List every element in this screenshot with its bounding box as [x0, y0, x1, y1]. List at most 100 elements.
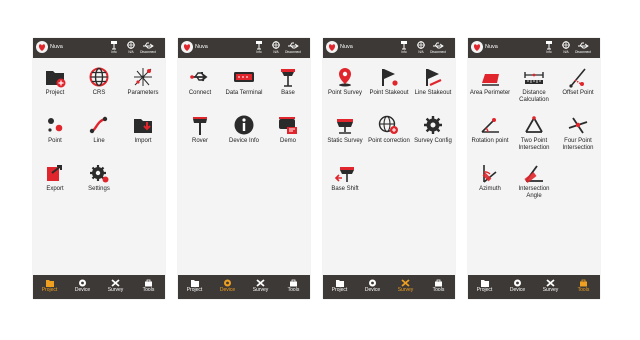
tab-project[interactable]: Project	[33, 275, 66, 299]
demo-icon	[279, 117, 297, 134]
usb-connect-icon	[190, 72, 208, 82]
header-disconnect-button[interactable]: Disconnect	[575, 40, 591, 54]
header-info-button[interactable]: Info	[396, 40, 412, 54]
header-disconnect-button[interactable]: Disconnect	[285, 40, 301, 54]
menu-item-project[interactable]: Project	[33, 60, 77, 97]
tab-device[interactable]: Device	[211, 275, 244, 299]
toolbox-icon	[290, 279, 297, 287]
menu-item-survey-config[interactable]: Survey Config	[411, 108, 455, 145]
tab-device[interactable]: Device	[356, 275, 389, 299]
app-header: Nuva Info N/A Disconnect	[468, 38, 600, 58]
nuva-logo-icon	[326, 41, 338, 53]
header-disconnect-button[interactable]: Disconnect	[140, 40, 156, 54]
app-header: Nuva Info N/A Disconnect	[323, 38, 455, 58]
menu-item-point-survey[interactable]: Point Survey	[323, 60, 367, 97]
tab-survey[interactable]: Survey	[389, 275, 422, 299]
menu-item-static-survey[interactable]: Static Survey	[323, 108, 367, 145]
menu-item-label: Rotation point	[471, 138, 509, 144]
header-button-label: Disconnect	[140, 50, 156, 54]
header-n-a-button[interactable]: N/A	[558, 40, 574, 54]
azimuth-icon	[482, 165, 497, 183]
menu-item-offset-point[interactable]: Offset Point	[556, 60, 600, 97]
tab-tools[interactable]: Tools	[132, 275, 165, 299]
menu-item-point[interactable]: Point	[33, 108, 77, 145]
header-button-label: N/A	[418, 50, 424, 54]
tab-label: Device	[364, 287, 381, 293]
menu-item-point-stakeout[interactable]: Point Stakeout	[367, 60, 411, 97]
menu-item-label: Connect	[188, 90, 212, 96]
tab-tools[interactable]: Tools	[422, 275, 455, 299]
menu-item-rotation-point[interactable]: Rotation point	[468, 108, 512, 145]
menu-item-rover[interactable]: Rover	[178, 108, 222, 145]
menu-item-label: Azimuth	[479, 186, 501, 192]
tab-tools[interactable]: Tools	[567, 275, 600, 299]
menu-item-label: Point correction	[368, 138, 410, 144]
menu-item-line-stakeout[interactable]: Line Stakeout	[411, 60, 455, 97]
menu-item-label: Device Info	[228, 138, 259, 144]
device-icon	[514, 279, 521, 287]
menu-item-device-info[interactable]: Device Info	[222, 108, 266, 145]
satellite-icon	[562, 41, 570, 49]
tab-device[interactable]: Device	[501, 275, 534, 299]
tab-survey[interactable]: Survey	[244, 275, 277, 299]
tab-label: Device	[509, 287, 526, 293]
menu-item-export[interactable]: Export	[33, 156, 77, 193]
usb-icon	[143, 42, 154, 49]
menu-item-point-correction[interactable]: Point correction	[367, 108, 411, 145]
tab-tools[interactable]: Tools	[277, 275, 310, 299]
bottom-nav: Project Device Survey Tools	[33, 275, 165, 299]
menu-item-azimuth[interactable]: Azimuth	[468, 156, 512, 193]
survey-tools-icon	[111, 279, 120, 287]
tab-project[interactable]: Project	[323, 275, 356, 299]
menu-item-label: Area Perimeter	[469, 90, 511, 96]
tab-project[interactable]: Project	[468, 275, 501, 299]
two-point-icon	[525, 116, 543, 133]
header-n-a-button[interactable]: N/A	[413, 40, 429, 54]
menu-item-area-perimeter[interactable]: Area Perimeter	[468, 60, 512, 97]
tower-icon	[111, 41, 117, 50]
tab-survey[interactable]: Survey	[99, 275, 132, 299]
menu-item-label: Point Stakeout	[369, 90, 409, 96]
tab-label: Project	[186, 287, 203, 293]
satellite-icon	[127, 41, 135, 49]
header-n-a-button[interactable]: N/A	[123, 40, 139, 54]
menu-item-data-terminal[interactable]: Data Terminal	[222, 60, 266, 97]
menu-item-parameters[interactable]: Parameters	[121, 60, 165, 97]
header-disconnect-button[interactable]: Disconnect	[430, 40, 446, 54]
header-info-button[interactable]: Info	[541, 40, 557, 54]
app-screen-2: Nuva Info N/A Disconnect Connect Data Te…	[178, 38, 310, 299]
tab-project[interactable]: Project	[178, 275, 211, 299]
menu-item-distance-calculation[interactable]: Distance Calculation	[512, 60, 556, 103]
header-info-button[interactable]: Info	[106, 40, 122, 54]
menu-item-four-point-intersection[interactable]: Four Point Intersection	[556, 108, 600, 151]
menu-item-line[interactable]: Line	[77, 108, 121, 145]
menu-item-settings[interactable]: Settings	[77, 156, 121, 193]
tab-label: Survey	[397, 287, 414, 293]
menu-item-base-shift[interactable]: Base Shift	[323, 156, 367, 193]
tab-survey[interactable]: Survey	[534, 275, 567, 299]
point-icon	[48, 118, 63, 132]
base-station-icon	[281, 69, 295, 87]
menu-item-crs[interactable]: CRS	[77, 60, 121, 97]
menu-item-label: Line	[93, 138, 105, 144]
menu-item-intersection-angle[interactable]: Intersection Angle	[512, 156, 556, 199]
header-info-button[interactable]: Info	[251, 40, 267, 54]
menu-item-import[interactable]: Import	[121, 108, 165, 145]
folder-icon	[336, 280, 344, 287]
menu-item-label: Data Terminal	[225, 90, 263, 96]
toolbox-icon	[580, 279, 587, 287]
menu-item-label: Project	[45, 90, 65, 96]
menu-item-connect[interactable]: Connect	[178, 60, 222, 97]
nuva-logo-icon	[36, 41, 48, 53]
header-button-label: N/A	[563, 50, 569, 54]
menu-item-demo[interactable]: Demo	[266, 108, 310, 145]
menu-item-two-point-intersection[interactable]: Two Point Intersection	[512, 108, 556, 151]
header-button-label: N/A	[273, 50, 279, 54]
header-n-a-button[interactable]: N/A	[268, 40, 284, 54]
folder-icon	[46, 280, 54, 287]
menu-item-base[interactable]: Base	[266, 60, 310, 97]
app-title: Nuva	[340, 44, 353, 50]
folder-add-icon	[46, 71, 66, 88]
tab-device[interactable]: Device	[66, 275, 99, 299]
export-icon	[47, 165, 62, 181]
